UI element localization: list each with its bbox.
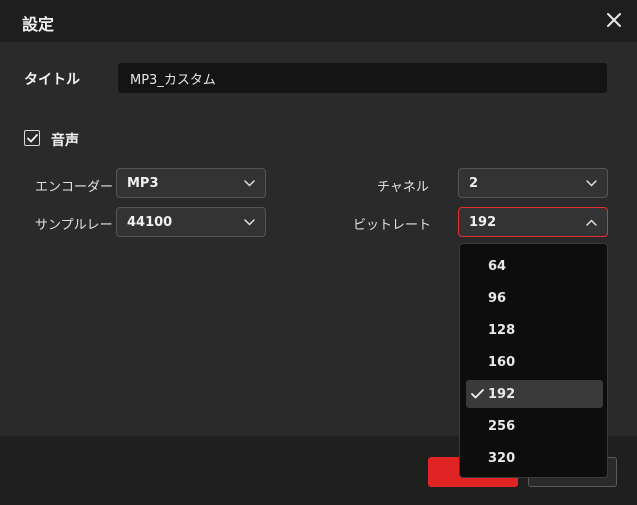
title-input[interactable] [118,63,607,93]
dialog-title: 設定 [22,15,55,34]
samplerate-label: サンプルレート [35,218,126,233]
close-icon [607,13,621,27]
bitrate-select[interactable]: 192 [458,207,608,237]
option-label: 128 [488,322,516,338]
dialog-header: 設定 [0,0,637,42]
samplerate-select[interactable]: 44100 [116,207,266,237]
close-button[interactable] [603,9,625,31]
bitrate-option[interactable]: 256 [466,412,603,440]
title-label: タイトル [24,72,80,88]
checkmark-icon [466,380,488,408]
settings-dialog: 設定 タイトル 音声 エンコーダー MP3 チャネル 2 サンプルレート 441… [0,0,637,505]
bitrate-option[interactable]: 320 [466,444,603,472]
bitrate-dropdown: 64 96 128 160 192 256 320 [459,243,608,478]
audio-checkbox[interactable] [24,130,40,146]
chevron-down-icon [243,216,255,228]
bitrate-option[interactable]: 128 [466,316,603,344]
channel-value: 2 [469,175,479,191]
bitrate-option-selected[interactable]: 192 [466,380,603,408]
option-label: 160 [488,354,516,370]
encoder-value: MP3 [127,175,159,191]
samplerate-value: 44100 [127,214,173,230]
option-label: 320 [488,450,516,466]
bitrate-value: 192 [469,214,497,230]
audio-label: 音声 [51,133,79,149]
option-label: 256 [488,418,516,434]
channel-select[interactable]: 2 [458,168,608,198]
option-label: 64 [488,258,507,274]
channel-label: チャネル [377,180,429,195]
chevron-down-icon [585,177,597,189]
bitrate-option[interactable]: 96 [466,284,603,312]
bitrate-option[interactable]: 64 [466,252,603,280]
encoder-label: エンコーダー [35,180,114,195]
encoder-select[interactable]: MP3 [116,168,266,198]
option-label: 96 [488,290,507,306]
check-icon [26,133,38,142]
bitrate-option[interactable]: 160 [466,348,603,376]
chevron-up-icon [585,216,597,228]
bitrate-label: ビットレート [353,218,432,233]
chevron-down-icon [243,177,255,189]
option-label: 192 [488,386,516,402]
